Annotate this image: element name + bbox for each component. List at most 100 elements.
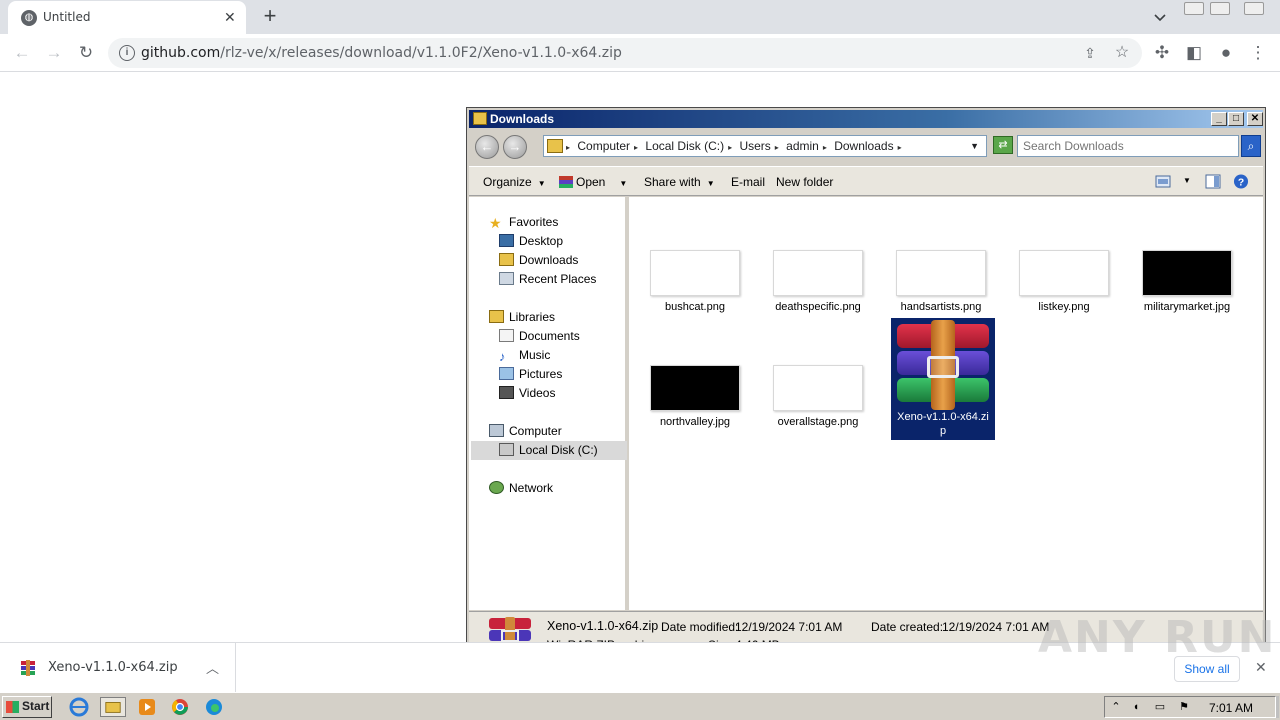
search-icon[interactable]: ⌕: [1241, 135, 1261, 157]
new-folder-button[interactable]: New folder: [776, 175, 833, 189]
menu-kebab-icon[interactable]: ⋮: [1248, 43, 1268, 63]
file-item[interactable]: bushcat.png: [643, 250, 747, 314]
extensions-icon[interactable]: ✣: [1152, 43, 1172, 63]
nav-recent-places[interactable]: Recent Places: [499, 272, 596, 286]
start-button[interactable]: Start: [2, 696, 52, 718]
chevron-up-icon[interactable]: ︿: [206, 658, 219, 677]
share-icon[interactable]: ⇪: [1080, 43, 1100, 63]
browser-toolbar: ← → ↻ i github.com/rlz-ve/x/releases/dow…: [0, 34, 1280, 72]
explorer-maximize-button[interactable]: □: [1228, 112, 1244, 126]
network-status-icon[interactable]: ▭: [1153, 701, 1167, 714]
file-item[interactable]: overallstage.png: [766, 365, 870, 429]
nav-local-disk[interactable]: Local Disk (C:): [499, 443, 598, 457]
chevron-up-icon[interactable]: ⌃: [1109, 701, 1123, 714]
windows-logo-icon: [6, 701, 19, 713]
breadcrumb-computer[interactable]: Computer: [577, 139, 630, 153]
preview-pane-icon[interactable]: [1205, 174, 1221, 189]
breadcrumb-admin[interactable]: admin: [786, 139, 819, 153]
browser-tab[interactable]: ◍ Untitled ✕: [8, 1, 246, 34]
chevron-icon[interactable]: ▸: [728, 143, 732, 152]
url-text[interactable]: github.com/rlz-ve/x/releases/download/v1…: [141, 45, 622, 61]
refresh-icon[interactable]: ⇄: [993, 136, 1013, 154]
open-button[interactable]: Open ▼: [559, 175, 627, 189]
share-with-label: Share with: [644, 175, 701, 189]
reload-icon[interactable]: ↻: [76, 43, 96, 63]
image-thumbnail: [773, 365, 863, 411]
clock[interactable]: 7:01 AM: [1209, 701, 1253, 715]
download-item[interactable]: Xeno-v1.1.0-x64.zip ︿: [0, 643, 236, 692]
restore-button[interactable]: [1210, 2, 1230, 15]
chevron-icon[interactable]: ▸: [823, 143, 827, 152]
nav-music[interactable]: ♪ Music: [499, 348, 550, 363]
nav-downloads[interactable]: Downloads: [499, 253, 578, 267]
file-name: handsartists.png: [900, 301, 982, 313]
explorer-title-bar[interactable]: Downloads _ □ ✕: [469, 110, 1263, 128]
forward-arrow-icon[interactable]: →: [44, 43, 64, 63]
chevron-icon[interactable]: ▸: [634, 143, 638, 152]
nav-computer-label: Computer: [509, 424, 562, 438]
forward-button[interactable]: →: [503, 135, 527, 159]
chevron-icon[interactable]: ▸: [775, 143, 779, 152]
star-icon: ★: [489, 215, 502, 231]
chevron-down-icon[interactable]: [1152, 9, 1168, 25]
view-icon[interactable]: [1155, 174, 1171, 189]
downloads-folder-icon: [547, 139, 563, 153]
explorer-minimize-button[interactable]: _: [1211, 112, 1227, 126]
file-item[interactable]: northvalley.jpg: [643, 365, 747, 429]
file-item[interactable]: deathspecific.png: [766, 250, 870, 314]
url-host: github.com: [141, 45, 221, 61]
nav-desktop-label: Desktop: [519, 234, 564, 248]
tab-close-icon[interactable]: ✕: [224, 9, 236, 25]
search-field[interactable]: [1017, 135, 1239, 157]
nav-videos[interactable]: Videos: [499, 386, 555, 400]
close-window-button[interactable]: [1244, 2, 1264, 15]
breadcrumb-downloads[interactable]: Downloads: [834, 139, 893, 153]
chrome-icon[interactable]: [169, 697, 191, 717]
breadcrumb[interactable]: ▸ Computer ▸ Local Disk (C:) ▸ Users ▸ admi…: [543, 135, 987, 157]
bookmark-star-icon[interactable]: ☆: [1112, 43, 1132, 63]
file-item[interactable]: handsartists.png: [889, 250, 993, 314]
chevron-icon[interactable]: ▸: [566, 143, 570, 152]
profile-avatar-icon[interactable]: ●: [1216, 43, 1236, 63]
edge-icon[interactable]: [203, 697, 225, 717]
chevron-down-icon[interactable]: ▼: [1183, 176, 1191, 185]
start-label: Start: [22, 699, 50, 713]
show-desktop-button[interactable]: [1276, 696, 1279, 718]
file-item-selected[interactable]: Xeno-v1.1.0-x64.zip: [891, 318, 995, 440]
nav-network[interactable]: Network: [489, 481, 553, 495]
breadcrumb-local-disk[interactable]: Local Disk (C:): [645, 139, 724, 153]
back-arrow-icon[interactable]: ←: [12, 43, 32, 63]
share-with-button[interactable]: Share with ▼: [644, 175, 715, 189]
breadcrumb-users[interactable]: Users: [739, 139, 770, 153]
email-button[interactable]: E-mail: [731, 175, 765, 189]
action-center-flag-icon[interactable]: ⚑: [1177, 701, 1191, 714]
new-tab-button[interactable]: +: [259, 5, 281, 27]
chevron-icon[interactable]: ▸: [898, 143, 902, 152]
media-player-icon[interactable]: [136, 697, 158, 717]
nav-pictures[interactable]: Pictures: [499, 367, 562, 381]
nav-computer[interactable]: Computer: [489, 424, 562, 438]
nav-favorites[interactable]: ★ Favorites: [489, 215, 558, 232]
organize-button[interactable]: Organize ▼: [483, 175, 546, 189]
internet-explorer-icon[interactable]: [68, 697, 90, 717]
search-input[interactable]: [1018, 136, 1228, 156]
volume-icon[interactable]: ◖: [1129, 701, 1143, 714]
file-name: listkey.png: [1038, 301, 1090, 313]
open-label: Open: [576, 175, 606, 189]
side-panel-icon[interactable]: ◧: [1184, 43, 1204, 63]
info-icon[interactable]: i: [119, 45, 135, 61]
chevron-down-icon[interactable]: ▼: [970, 141, 979, 151]
winrar-archive-icon: [897, 320, 989, 410]
address-bar[interactable]: i github.com/rlz-ve/x/releases/download/…: [108, 38, 1142, 68]
help-icon[interactable]: ?: [1233, 174, 1249, 189]
explorer-close-button[interactable]: ✕: [1247, 112, 1263, 126]
nav-libraries[interactable]: Libraries: [489, 310, 555, 324]
file-item[interactable]: militarymarket.jpg: [1135, 250, 1239, 314]
nav-documents[interactable]: Documents: [499, 329, 580, 343]
explorer-folder-icon[interactable]: [100, 697, 126, 717]
minimize-button[interactable]: [1184, 2, 1204, 15]
nav-desktop[interactable]: Desktop: [499, 234, 563, 248]
file-item[interactable]: listkey.png: [1012, 250, 1116, 314]
back-button[interactable]: ←: [475, 135, 499, 159]
details-created-value: 12/19/2024 7:01 AM: [942, 620, 1050, 634]
